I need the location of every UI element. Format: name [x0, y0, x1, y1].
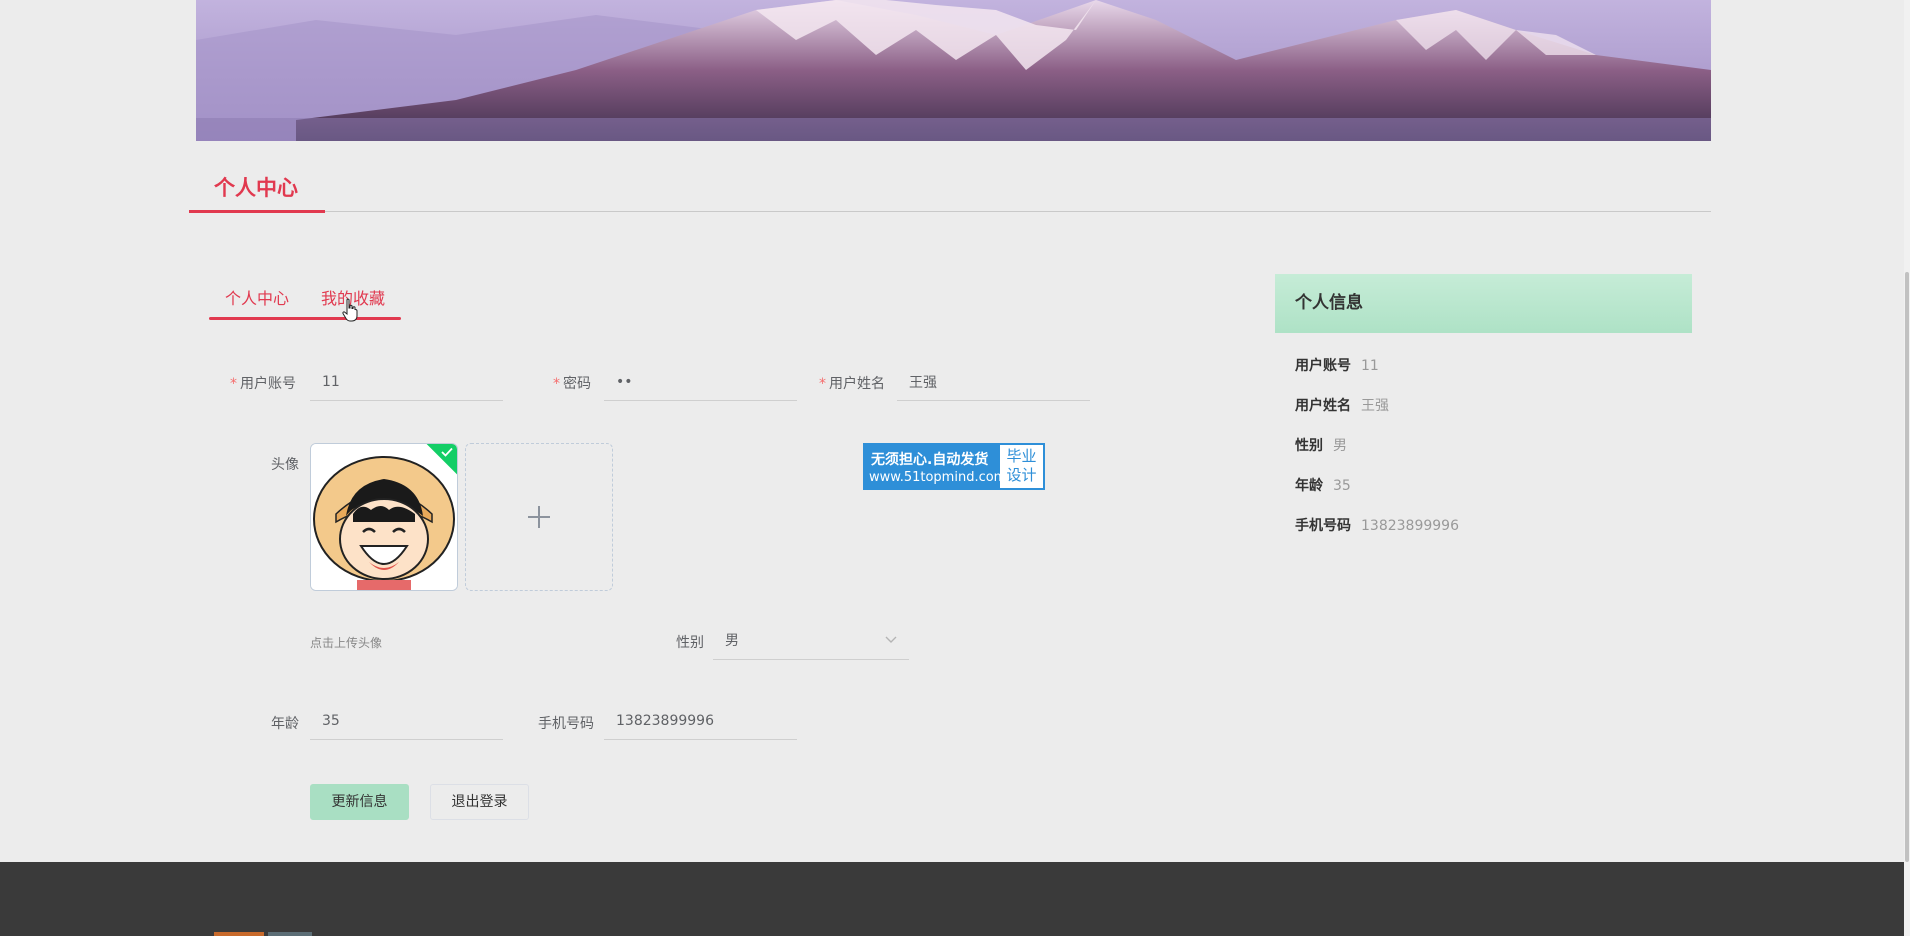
- info-panel-title: 个人信息: [1275, 274, 1692, 333]
- scrollbar-thumb[interactable]: [1905, 272, 1909, 862]
- avatar-preview[interactable]: [310, 443, 458, 591]
- page-footer: [0, 862, 1904, 936]
- info-row-name: 用户姓名 王强: [1295, 395, 1389, 415]
- page-title: 个人中心: [214, 176, 298, 200]
- required-mark: *: [553, 376, 560, 392]
- info-key: 年龄: [1295, 478, 1323, 494]
- chevron-down-icon: [885, 636, 897, 643]
- tab-active-indicator: [209, 317, 401, 320]
- avatar-upload-button[interactable]: [465, 443, 613, 591]
- required-mark: *: [819, 376, 826, 392]
- avatar-upload-hint: 点击上传头像: [310, 636, 383, 650]
- check-icon: [441, 447, 453, 457]
- age-label: 年龄: [271, 716, 299, 732]
- info-key: 用户账号: [1295, 358, 1351, 374]
- phone-label: 手机号码: [538, 716, 594, 732]
- watermark-left: 无须担心.自动发货 www.51topmind.com: [865, 445, 1006, 488]
- watermark-slogan: 无须担心.自动发货: [871, 452, 989, 468]
- account-input[interactable]: [310, 363, 503, 401]
- info-value: 王强: [1361, 398, 1389, 414]
- age-input[interactable]: [310, 702, 503, 740]
- password-input[interactable]: ••: [604, 363, 797, 401]
- gender-select-value: 男: [725, 633, 739, 649]
- watermark-right: 毕业 设计: [1000, 445, 1043, 488]
- password-label: * 密码: [553, 373, 591, 393]
- plus-icon: [528, 506, 550, 528]
- hand-cursor-icon: [342, 298, 358, 322]
- page: 个人中心 个人中心 我的收藏 *用户账号 *密码 •• *用户姓名 头像: [0, 0, 1910, 936]
- watermark-right-line1: 毕业: [1006, 447, 1037, 465]
- info-row-account: 用户账号 11: [1295, 355, 1379, 375]
- watermark-right-line2: 设计: [1006, 466, 1037, 484]
- info-value: 男: [1333, 438, 1347, 454]
- name-label-text: 用户姓名: [829, 376, 885, 392]
- watermark-badge: 无须担心.自动发货 www.51topmind.com 毕业 设计: [863, 443, 1045, 490]
- avatar-label: 头像: [271, 457, 299, 473]
- info-row-gender: 性别男: [1295, 435, 1347, 455]
- info-value: 13823899996: [1361, 518, 1459, 534]
- account-label: * 用户账号: [230, 373, 296, 393]
- mountain-banner: [196, 0, 1711, 141]
- info-value: 35: [1333, 478, 1351, 494]
- gender-label: 性别: [676, 635, 704, 651]
- watermark-url: www.51topmind.com: [869, 470, 1007, 485]
- required-mark: *: [230, 376, 237, 392]
- info-value: 11: [1361, 358, 1379, 374]
- account-label-text: 用户账号: [240, 376, 296, 392]
- footer-accent-mark: [214, 932, 264, 936]
- name-input[interactable]: [897, 363, 1090, 401]
- footer-accent-mark: [268, 932, 312, 936]
- password-label-text: 密码: [563, 376, 591, 392]
- avatar-image: [311, 444, 457, 590]
- tab-personal-center[interactable]: 个人中心: [225, 285, 289, 309]
- section-divider: [189, 211, 1711, 212]
- update-info-button[interactable]: 更新信息: [310, 784, 409, 820]
- logout-button[interactable]: 退出登录: [430, 784, 529, 820]
- info-key: 用户姓名: [1295, 398, 1351, 414]
- phone-input[interactable]: [604, 702, 797, 740]
- name-label: * 用户姓名: [819, 373, 885, 393]
- section-title-underline: [189, 210, 325, 213]
- info-row-age: 年龄 35: [1295, 475, 1351, 495]
- info-key: 性别: [1295, 438, 1323, 454]
- mountain-illustration: [196, 0, 1711, 141]
- info-key: 手机号码: [1295, 518, 1351, 534]
- info-row-phone: 手机号码 13823899996: [1295, 515, 1459, 535]
- gender-select[interactable]: 男: [713, 622, 909, 660]
